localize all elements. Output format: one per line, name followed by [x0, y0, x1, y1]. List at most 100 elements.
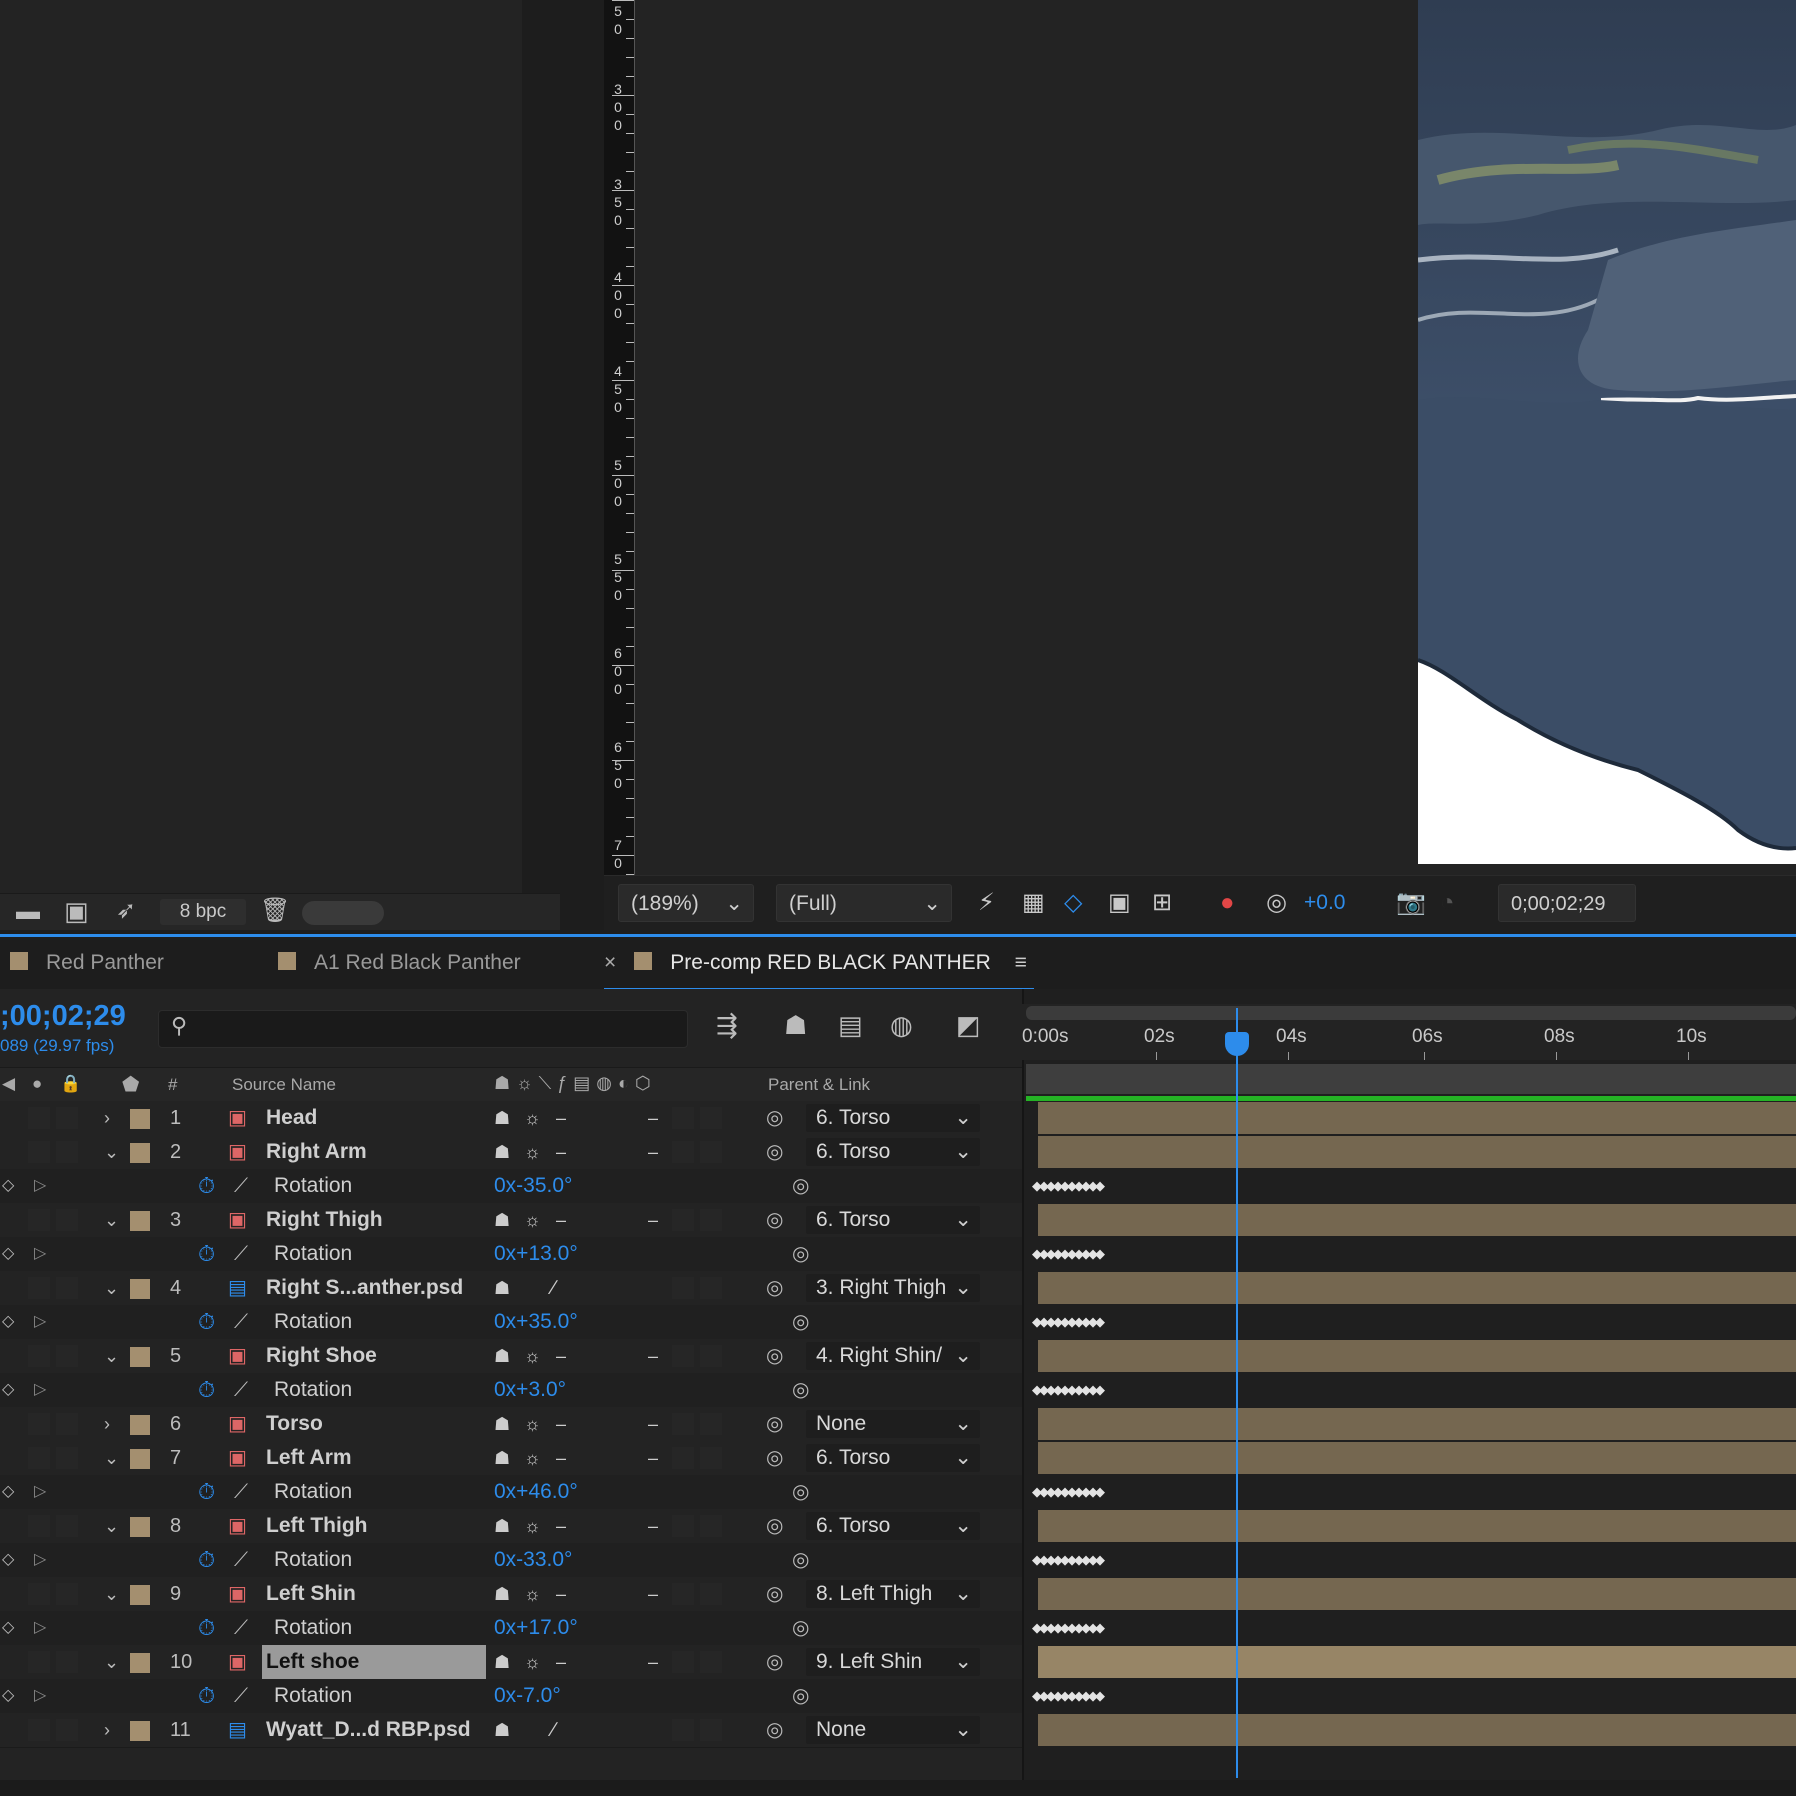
3d-switch[interactable]	[700, 1209, 722, 1231]
motion-blur-switch-icon[interactable]: –	[648, 1509, 658, 1543]
stopwatch-icon[interactable]: ⏱	[198, 1611, 215, 1645]
pick-whip-icon[interactable]: ◎	[766, 1713, 783, 1747]
motion-blur-switch-icon[interactable]: –	[648, 1203, 658, 1237]
collapse-switch-icon[interactable]: ☼	[524, 1407, 541, 1441]
new-composition-icon[interactable]: ▣	[64, 896, 89, 927]
layer-name[interactable]: Torso	[262, 1407, 486, 1441]
property-row[interactable]: ◇ ▷ ⏱ ⟋ Rotation 0x-7.0° ◎	[0, 1679, 1022, 1714]
stopwatch-icon[interactable]: ⏱	[198, 1543, 215, 1577]
pick-whip-icon[interactable]: ◎	[766, 1101, 783, 1135]
layer-duration-bar[interactable]	[1038, 1714, 1796, 1746]
chevron-right-icon[interactable]: ▷	[34, 1543, 46, 1577]
property-value[interactable]: 0x+13.0°	[494, 1237, 578, 1271]
solo-switch[interactable]	[56, 1209, 78, 1231]
shy-switch-icon[interactable]: ☗	[494, 1271, 510, 1305]
shy-switch-icon[interactable]: ☗	[494, 1135, 510, 1169]
artwork-canvas[interactable]	[1418, 0, 1796, 864]
property-row[interactable]: ◇ ▷ ⏱ ⟋ Rotation 0x+46.0° ◎	[0, 1475, 1022, 1510]
solo-switch[interactable]	[56, 1345, 78, 1367]
layer-name[interactable]: Head	[262, 1101, 486, 1135]
collapse-switch-icon[interactable]: ☼	[524, 1509, 541, 1543]
quality-switch-icon[interactable]: –	[556, 1645, 566, 1679]
show-snapshot-icon[interactable]: ◔	[1440, 884, 1455, 922]
shy-switch-icon[interactable]: ☗	[494, 1645, 510, 1679]
keyframes[interactable]: ◆◆◆◆◆◆◆◆◆◆	[1032, 1551, 1118, 1569]
shy-switch-icon[interactable]: ☗	[494, 1407, 510, 1441]
video-switch[interactable]	[28, 1583, 50, 1605]
parent-dropdown[interactable]: 6. Torso ⌄	[806, 1104, 980, 1132]
parent-dropdown[interactable]: 4. Right Shin/ ⌄	[806, 1342, 980, 1370]
quality-switch-icon[interactable]: –	[556, 1101, 566, 1135]
fast-previews-icon[interactable]: ⚡	[978, 884, 995, 922]
stopwatch-icon[interactable]: ⏱	[198, 1373, 215, 1407]
collapse-switch-icon[interactable]: ☼	[524, 1441, 541, 1475]
region-of-interest-icon[interactable]: ▣	[1108, 884, 1131, 922]
chevron-down-icon[interactable]: ⌄	[104, 1271, 119, 1305]
video-switch[interactable]	[28, 1277, 50, 1299]
property-row[interactable]: ◇ ▷ ⏱ ⟋ Rotation 0x+3.0° ◎	[0, 1373, 1022, 1408]
solo-switch[interactable]	[56, 1515, 78, 1537]
layer-name[interactable]: Left shoe	[262, 1645, 486, 1679]
property-row[interactable]: ◇ ▷ ⏱ ⟋ Rotation 0x-33.0° ◎	[0, 1543, 1022, 1578]
parent-dropdown[interactable]: 3. Right Thigh ⌄	[806, 1274, 980, 1302]
viewer-timecode[interactable]: 0;00;02;29	[1498, 884, 1636, 922]
solo-switch[interactable]	[56, 1107, 78, 1129]
layer-name[interactable]: Right S...anther.psd	[262, 1271, 486, 1305]
3d-switch[interactable]	[700, 1107, 722, 1129]
chevron-right-icon[interactable]: ▷	[34, 1169, 46, 1203]
keyframe-navigator-icon[interactable]: ◇	[2, 1679, 14, 1713]
motion-blur-switch-icon[interactable]: –	[648, 1407, 658, 1441]
video-switch[interactable]	[28, 1515, 50, 1537]
parent-dropdown[interactable]: 9. Left Shin ⌄	[806, 1648, 980, 1676]
stopwatch-icon[interactable]: ⏱	[198, 1475, 215, 1509]
navigator-bar[interactable]	[1026, 1006, 1796, 1020]
collapse-switch-icon[interactable]: ☼	[524, 1101, 541, 1135]
keyframes[interactable]: ◆◆◆◆◆◆◆◆◆◆	[1032, 1381, 1118, 1399]
lock-icon[interactable]: 🔒	[60, 1074, 81, 1094]
keyframe-navigator-icon[interactable]: ◇	[2, 1169, 14, 1203]
source-name-header[interactable]: Source Name	[232, 1075, 336, 1095]
label-swatch[interactable]	[130, 1415, 150, 1435]
zoom-dropdown[interactable]: (189%) ⌄	[618, 884, 754, 922]
adjustment-switch[interactable]	[672, 1345, 694, 1367]
video-switch[interactable]	[28, 1651, 50, 1673]
adjustment-switch[interactable]	[672, 1141, 694, 1163]
layer-row[interactable]: ⌄ 2 ▣ Right Arm ☗ ☼ – – ◎ 6. Torso ⌄	[0, 1135, 1022, 1170]
pick-whip-icon[interactable]: ◎	[766, 1509, 783, 1543]
tab-red-panther[interactable]: Red Panther	[10, 937, 164, 989]
parent-dropdown[interactable]: 8. Left Thigh ⌄	[806, 1580, 980, 1608]
pick-whip-icon[interactable]: ◎	[766, 1407, 783, 1441]
collapse-switch-icon[interactable]: ☼	[524, 1577, 541, 1611]
quality-switch-icon[interactable]: –	[556, 1577, 566, 1611]
chevron-right-icon[interactable]: ▷	[34, 1237, 46, 1271]
pick-whip-icon[interactable]: ◎	[766, 1339, 783, 1373]
adjustment-switch[interactable]	[672, 1719, 694, 1741]
chevron-right-icon[interactable]: ›	[104, 1407, 110, 1441]
adjustment-switch[interactable]	[672, 1583, 694, 1605]
3d-switch[interactable]	[700, 1583, 722, 1605]
chevron-right-icon[interactable]: ▷	[34, 1305, 46, 1339]
solo-switch[interactable]	[56, 1447, 78, 1469]
chevron-right-icon[interactable]: ›	[104, 1713, 110, 1747]
chevron-down-icon[interactable]: ⌄	[104, 1135, 119, 1169]
pick-whip-icon[interactable]: ◎	[792, 1679, 809, 1713]
bpc-button[interactable]: 8 bpc	[160, 899, 246, 925]
layer-duration-bar[interactable]	[1038, 1408, 1796, 1440]
solo-switch[interactable]	[56, 1141, 78, 1163]
motion-blur-icon[interactable]: ◍	[890, 1010, 913, 1041]
3d-switch[interactable]	[700, 1345, 722, 1367]
shy-switch-icon[interactable]: ☗	[494, 1509, 510, 1543]
graph-icon[interactable]: ⟋	[234, 1475, 248, 1509]
video-switch[interactable]	[28, 1209, 50, 1231]
quality-switch-icon[interactable]: –	[556, 1407, 566, 1441]
graph-icon[interactable]: ⟋	[234, 1237, 248, 1271]
adjustment-switch[interactable]	[672, 1107, 694, 1129]
shy-switch-icon[interactable]: ☗	[494, 1577, 510, 1611]
chevron-right-icon[interactable]: ▷	[34, 1611, 46, 1645]
graph-editor-icon[interactable]: ◩	[956, 1010, 981, 1041]
collapse-switch-icon[interactable]: ☼	[524, 1135, 541, 1169]
property-value[interactable]: 0x-35.0°	[494, 1169, 572, 1203]
parent-dropdown[interactable]: 6. Torso ⌄	[806, 1206, 980, 1234]
layer-row[interactable]: ⌄ 8 ▣ Left Thigh ☗ ☼ – – ◎ 6. Torso ⌄	[0, 1509, 1022, 1544]
parent-dropdown[interactable]: 6. Torso ⌄	[806, 1444, 980, 1472]
